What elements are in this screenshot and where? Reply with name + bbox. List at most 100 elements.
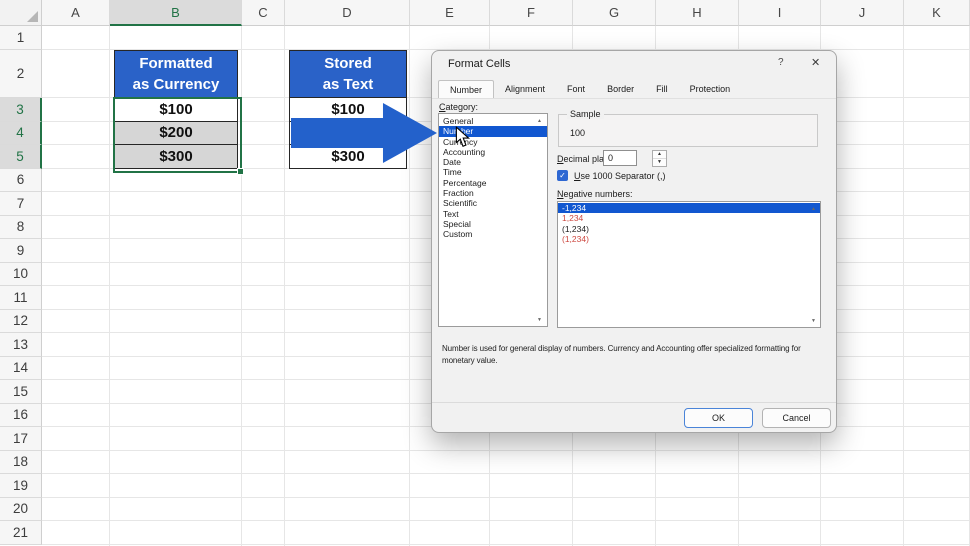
tabstrip-divider (432, 98, 836, 99)
text-header-line1: Stored (324, 55, 372, 72)
row-header-21[interactable]: 21 (0, 521, 42, 545)
cell-B5[interactable]: $300 (114, 145, 238, 169)
grid-line (42, 473, 970, 474)
scroll-up-icon[interactable]: ▲ (534, 117, 545, 125)
category-item-special[interactable]: Special (439, 219, 547, 229)
row-header-16[interactable]: 16 (0, 403, 42, 427)
negative-item-1[interactable]: 1,234 (558, 213, 820, 223)
row-header-2[interactable]: 2 (0, 50, 42, 98)
currency-header-line1: Formatted (139, 55, 213, 72)
row-header-14[interactable]: 14 (0, 356, 42, 380)
column-header-C[interactable]: C (242, 0, 285, 26)
footer-divider (432, 402, 836, 403)
tab-number[interactable]: Number (438, 80, 495, 98)
category-item-custom[interactable]: Custom (439, 229, 547, 239)
dialog-title: Format Cells (448, 58, 511, 70)
grid-line (42, 543, 970, 545)
negative-numbers-label: Negative numbers: (557, 189, 633, 199)
close-icon[interactable]: ✕ (811, 56, 820, 69)
category-item-percentage[interactable]: Percentage (439, 178, 547, 188)
column-header-G[interactable]: G (573, 0, 656, 26)
cell-D2-text-header[interactable]: Stored as Text (289, 50, 407, 98)
currency-header-line2: as Currency (132, 76, 220, 93)
cell-B4[interactable]: $200 (114, 121, 238, 145)
sample-group: Sample 100 (558, 109, 818, 147)
decimal-places-stepper: ▲ ▼ (652, 150, 667, 167)
row-header-3[interactable]: 3 (0, 98, 42, 122)
format-cells-dialog: Format Cells ? ✕ Number Alignment Font Bord… (431, 50, 837, 433)
category-item-fraction[interactable]: Fraction (439, 188, 547, 198)
row-header-1[interactable]: 1 (0, 26, 42, 50)
category-label: Category: (439, 102, 479, 112)
select-all-corner[interactable] (0, 0, 42, 26)
row-header-20[interactable]: 20 (0, 497, 42, 521)
row-header-17[interactable]: 17 (0, 427, 42, 451)
negative-scroll-up-icon[interactable]: ▲ (808, 205, 819, 213)
negative-item-0[interactable]: -1,234 (558, 203, 820, 214)
negative-numbers-listbox[interactable]: -1,234 1,234 (1,234) (1,234) (557, 201, 821, 328)
row-header-11[interactable]: 11 (0, 286, 42, 310)
grid-line (42, 520, 970, 521)
category-item-accounting[interactable]: Accounting (439, 147, 547, 157)
negative-item-2[interactable]: (1,234) (558, 224, 820, 234)
select-all-triangle-icon (27, 11, 38, 22)
category-item-time[interactable]: Time (439, 167, 547, 177)
row-header-9[interactable]: 9 (0, 239, 42, 263)
category-item-text[interactable]: Text (439, 209, 547, 219)
row-header-6[interactable]: 6 (0, 168, 42, 192)
category-item-scientific[interactable]: Scientific (439, 198, 547, 208)
row-header-13[interactable]: 13 (0, 333, 42, 357)
decimal-places-input[interactable]: 0 (603, 150, 637, 166)
sample-value: 100 (570, 128, 586, 138)
tab-border[interactable]: Border (596, 80, 645, 98)
use-1000-separator-checkbox[interactable]: ✓ (557, 170, 568, 181)
excel-window: Formatted as Currency $100 $200 $300 Sto… (0, 0, 970, 546)
row-header-18[interactable]: 18 (0, 450, 42, 474)
spinner-up-icon[interactable]: ▲ (653, 151, 666, 158)
category-item-date[interactable]: Date (439, 157, 547, 167)
grid-line (903, 26, 904, 546)
column-header-J[interactable]: J (821, 0, 904, 26)
column-header-I[interactable]: I (739, 0, 821, 26)
column-header-A[interactable]: A (42, 0, 110, 26)
cell-B3[interactable]: $100 (114, 98, 238, 122)
tab-font[interactable]: Font (556, 80, 596, 98)
spinner-down-icon[interactable]: ▼ (653, 158, 666, 166)
cell-B2-currency-header[interactable]: Formatted as Currency (114, 50, 238, 98)
row-header-12[interactable]: 12 (0, 309, 42, 333)
ok-button[interactable]: OK (684, 408, 753, 428)
row-header-5[interactable]: 5 (0, 145, 42, 169)
grid-line (42, 449, 970, 451)
row-header-8[interactable]: 8 (0, 215, 42, 239)
row-header-15[interactable]: 15 (0, 380, 42, 404)
column-header-D[interactable]: D (285, 0, 410, 26)
grid-line (42, 496, 970, 498)
row-header-10[interactable]: 10 (0, 262, 42, 286)
grid-line (241, 26, 242, 546)
use-1000-separator-label: Use 1000 Separator (,) (574, 171, 666, 181)
row-header-4[interactable]: 4 (0, 121, 42, 145)
tab-fill[interactable]: Fill (645, 80, 679, 98)
grid-line (409, 26, 410, 546)
sample-label: Sample (567, 109, 604, 119)
grid-line (109, 26, 110, 546)
help-icon[interactable]: ? (778, 57, 784, 68)
tab-alignment[interactable]: Alignment (494, 80, 556, 98)
currency-table: Formatted as Currency $100 $200 $300 (114, 50, 238, 169)
text-header-line2: as Text (322, 76, 374, 93)
scroll-down-icon[interactable]: ▼ (534, 316, 545, 324)
mouse-cursor-icon (455, 126, 470, 148)
column-header-K[interactable]: K (904, 0, 970, 26)
row-header-7[interactable]: 7 (0, 192, 42, 216)
row-header-19[interactable]: 19 (0, 474, 42, 498)
column-header-E[interactable]: E (410, 0, 490, 26)
negative-scroll-down-icon[interactable]: ▼ (808, 317, 819, 325)
column-header-B[interactable]: B (110, 0, 242, 26)
cancel-button[interactable]: Cancel (762, 408, 831, 428)
column-header-H[interactable]: H (656, 0, 739, 26)
grid-line (284, 26, 285, 546)
column-header-F[interactable]: F (490, 0, 573, 26)
category-item-general[interactable]: General (439, 116, 547, 126)
negative-item-3[interactable]: (1,234) (558, 234, 820, 244)
tab-protection[interactable]: Protection (679, 80, 742, 98)
